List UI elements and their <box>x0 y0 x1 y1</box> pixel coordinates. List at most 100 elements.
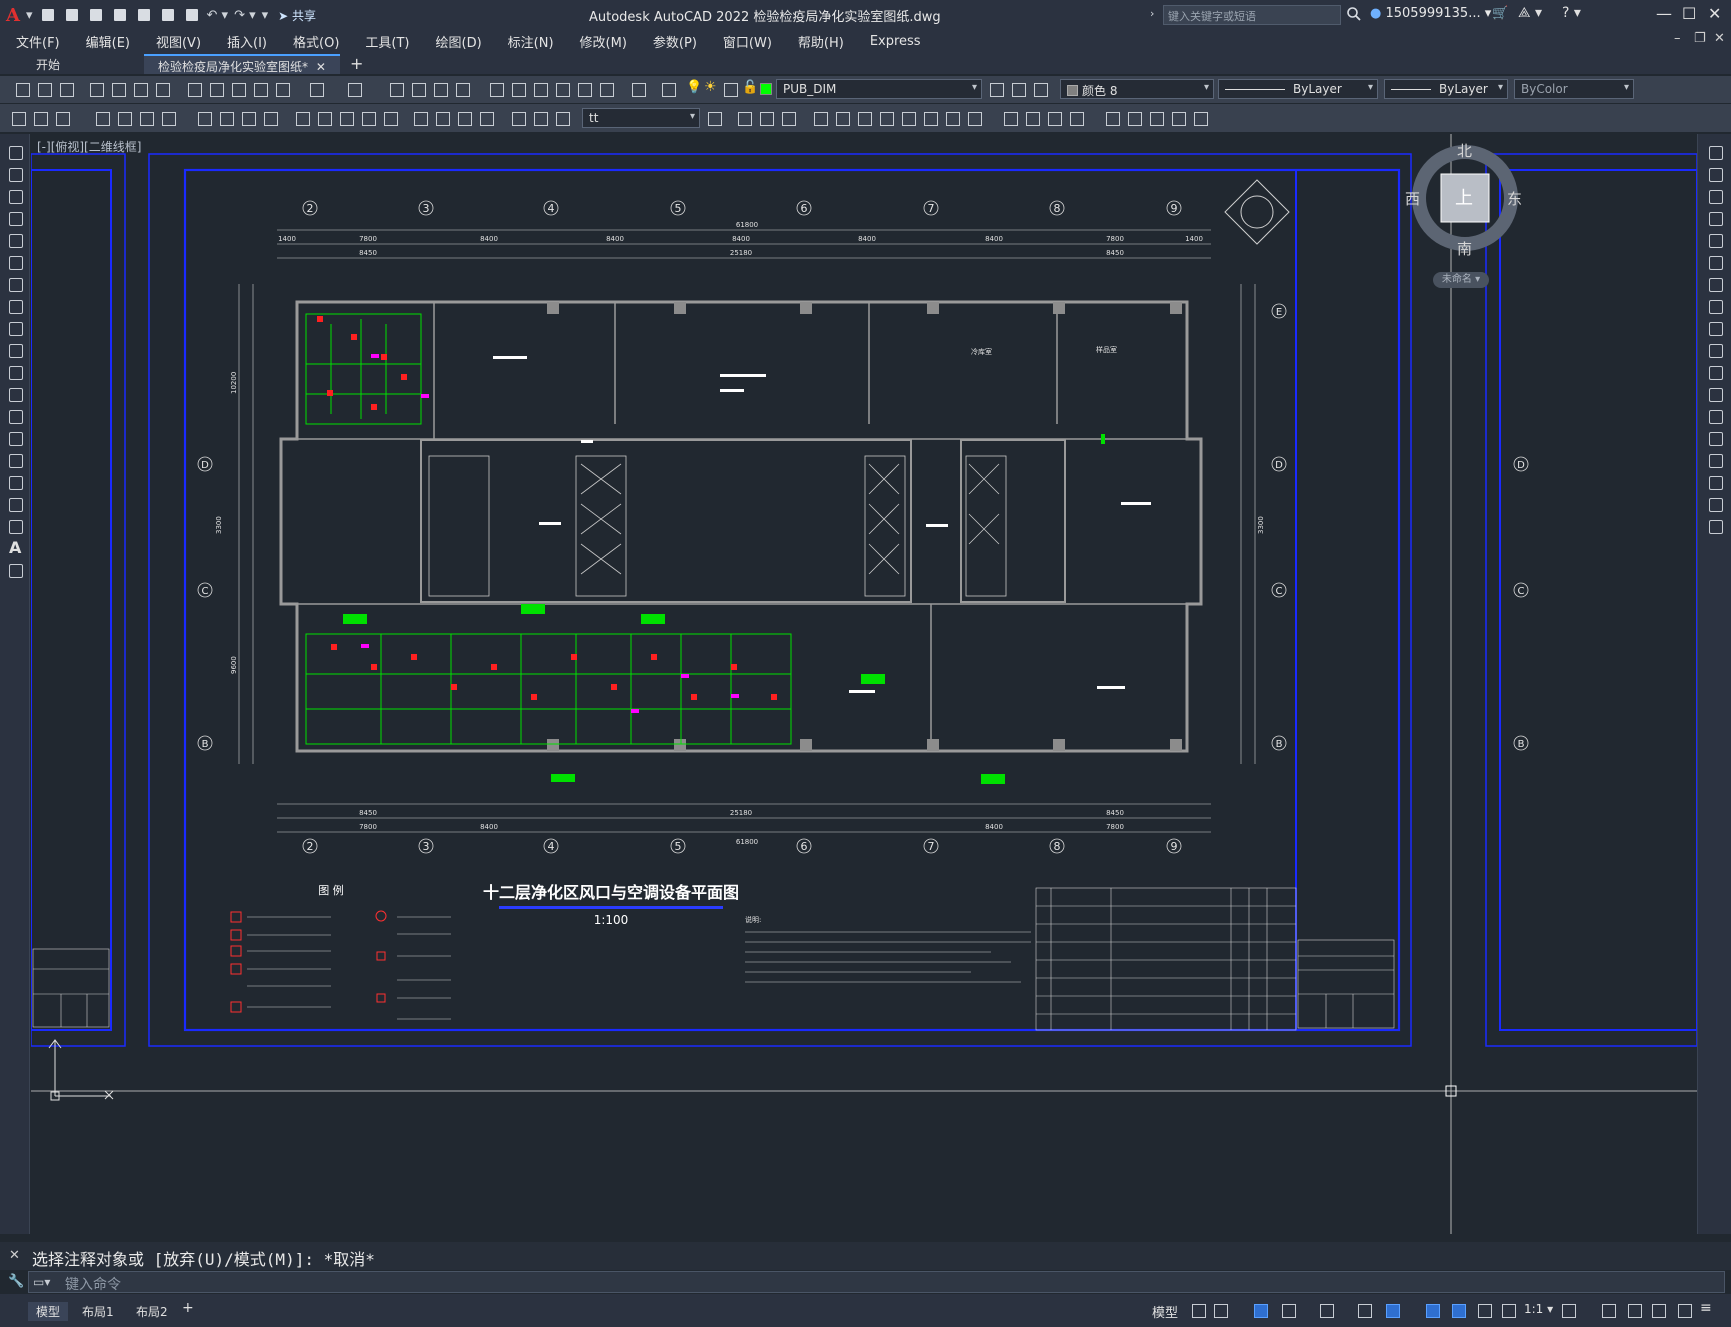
save-as-icon[interactable] <box>111 6 129 24</box>
dimension-edit-icon[interactable] <box>510 110 526 126</box>
scale-icon[interactable] <box>878 110 894 126</box>
model-space-toggle[interactable]: 模型 <box>1152 1302 1178 1321</box>
menu-edit[interactable]: 编辑(E) <box>86 32 130 51</box>
menu-draw[interactable]: 绘图(D) <box>436 32 482 51</box>
arc-length-icon[interactable] <box>138 110 154 126</box>
command-input[interactable]: ▭▾ 键入命令 <box>28 1271 1725 1293</box>
dimension-update-icon[interactable] <box>554 110 570 126</box>
help-icon[interactable]: ? ▾ <box>1562 5 1581 21</box>
autocad-logo-icon[interactable]: A <box>6 5 20 26</box>
menu-modify[interactable]: 修改(M) <box>580 32 627 51</box>
units-icon[interactable] <box>1626 1302 1642 1318</box>
polar-tracking-icon[interactable] <box>1280 1302 1296 1318</box>
cut-icon[interactable] <box>186 81 202 97</box>
layer-match-icon[interactable] <box>1032 81 1048 97</box>
wcs-menu[interactable]: 未命名 ▾ <box>1433 272 1489 288</box>
group-icon[interactable] <box>1170 110 1186 126</box>
insert-block-icon[interactable] <box>7 386 23 402</box>
search-input[interactable]: 键入关键字或短语 <box>1163 5 1341 25</box>
undo-icon[interactable] <box>308 81 324 97</box>
point-icon[interactable] <box>7 430 23 446</box>
doc-restore-icon[interactable]: ❐ <box>1694 31 1706 46</box>
dimension-space-icon[interactable] <box>360 110 376 126</box>
chamfer-icon[interactable] <box>1024 110 1040 126</box>
ortho-icon[interactable] <box>1252 1302 1268 1318</box>
wrench-icon[interactable]: 🔧 <box>8 1274 24 1289</box>
customization-menu-icon[interactable]: ≡ <box>1700 1300 1712 1316</box>
autodesk-a360-icon[interactable]: ⟁ ▾ <box>1518 5 1542 21</box>
join-icon[interactable] <box>1002 110 1018 126</box>
rotate-icon[interactable] <box>856 110 872 126</box>
new-icon[interactable] <box>14 81 30 97</box>
auto-scale-icon[interactable] <box>1476 1302 1492 1318</box>
dimension-style-icon[interactable] <box>706 110 722 126</box>
match-properties-icon[interactable] <box>252 81 268 97</box>
viewcube-east[interactable]: 东 <box>1507 188 1522 209</box>
block-editor-icon[interactable] <box>274 81 290 97</box>
multiline-text-icon[interactable]: A <box>9 538 21 557</box>
quick-dimension-icon[interactable] <box>294 110 310 126</box>
new-file-icon[interactable] <box>39 6 57 24</box>
revision-cloud-icon[interactable] <box>7 298 23 314</box>
viewcube-west[interactable]: 西 <box>1405 188 1420 209</box>
object-snap-icon[interactable] <box>1384 1302 1400 1318</box>
close-icon[interactable]: ✕ <box>9 1248 20 1263</box>
mirror-icon[interactable] <box>1707 188 1723 204</box>
help-icon[interactable] <box>630 81 646 97</box>
doc-close-icon[interactable]: ✕ <box>1714 31 1725 46</box>
copy-object-icon[interactable] <box>736 110 752 126</box>
jogged-dimension-icon[interactable] <box>218 110 234 126</box>
baseline-dimension-icon[interactable] <box>316 110 332 126</box>
break-at-point-icon[interactable] <box>1707 386 1723 402</box>
fillet-icon[interactable] <box>1707 474 1723 490</box>
hatch-icon[interactable] <box>7 452 23 468</box>
region-icon[interactable] <box>7 496 23 512</box>
blend-curves-icon[interactable] <box>1707 496 1723 512</box>
layer-viewport-icon[interactable] <box>722 81 738 97</box>
tab-drawing[interactable]: 检验检疫局净化实验室图纸* ✕ <box>144 54 340 74</box>
save-web-icon[interactable] <box>159 6 177 24</box>
trim-icon[interactable] <box>1707 342 1723 358</box>
lineweight-icon[interactable] <box>1424 1302 1440 1318</box>
viewcube-top-face[interactable]: 上 <box>1455 184 1473 210</box>
annotation-monitor-icon[interactable] <box>1600 1302 1616 1318</box>
markup-icon[interactable] <box>576 81 592 97</box>
annotation-scale-icon[interactable] <box>1500 1302 1516 1318</box>
tab-start[interactable]: 开始 <box>22 54 74 74</box>
menu-file[interactable]: 文件(F) <box>16 32 60 51</box>
layout-tab-model[interactable]: 模型 <box>28 1302 69 1321</box>
viewcube[interactable]: 北 南 东 西 上 未命名 ▾ <box>1403 140 1527 290</box>
save-icon[interactable] <box>58 81 74 97</box>
design-center-icon[interactable] <box>510 81 526 97</box>
calculator-icon[interactable] <box>598 81 614 97</box>
inspection-icon[interactable] <box>456 110 472 126</box>
zoom-window-icon[interactable] <box>432 81 448 97</box>
clean-screen-icon[interactable] <box>1676 1302 1692 1318</box>
break-icon[interactable] <box>1707 408 1723 424</box>
zoom-previous-icon[interactable] <box>454 81 470 97</box>
paste-icon[interactable] <box>230 81 246 97</box>
linear-dimension-icon[interactable] <box>94 110 110 126</box>
redo-icon[interactable] <box>346 81 362 97</box>
layer-properties-icon[interactable] <box>660 81 676 97</box>
table-icon[interactable] <box>7 518 23 534</box>
tab-close-icon[interactable]: ✕ <box>316 60 326 74</box>
lineweight-dropdown[interactable]: ByLayer ▾ <box>1384 79 1508 99</box>
isodraft-icon[interactable] <box>1318 1302 1334 1318</box>
snap-icon[interactable] <box>1212 1302 1228 1318</box>
ordinate-dimension-icon[interactable] <box>160 110 176 126</box>
save-icon[interactable] <box>87 6 105 24</box>
minimize-icon[interactable]: — <box>1656 4 1672 23</box>
zoom-realtime-icon[interactable] <box>410 81 426 97</box>
polygon-icon[interactable] <box>7 210 23 226</box>
menu-help[interactable]: 帮助(H) <box>798 32 844 51</box>
maximize-icon[interactable]: ☐ <box>1682 4 1696 23</box>
pan-icon[interactable] <box>388 81 404 97</box>
undo-icon[interactable]: ↶ ▾ <box>207 8 229 23</box>
rotate-icon[interactable] <box>1707 276 1723 292</box>
draw-order-icon[interactable] <box>1104 110 1120 126</box>
scale-icon[interactable] <box>1707 298 1723 314</box>
jogged-linear-icon[interactable] <box>478 110 494 126</box>
annotation-visibility-icon[interactable] <box>1450 1302 1466 1318</box>
layer-unlock-icon[interactable]: 🔓 <box>742 80 758 95</box>
